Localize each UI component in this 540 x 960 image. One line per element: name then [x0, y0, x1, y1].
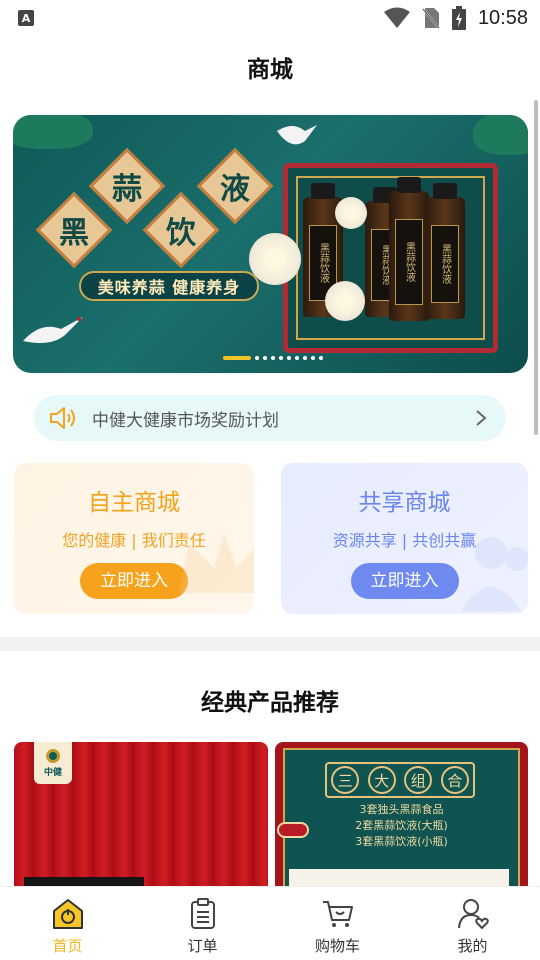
nav-item-cart[interactable]: 购物车	[270, 887, 405, 960]
carousel-dot-active[interactable]	[223, 356, 251, 360]
carousel-indicator	[223, 356, 323, 360]
banner-character-tile: 液	[196, 147, 274, 225]
scrollbar[interactable]	[534, 100, 538, 435]
battery-charging-icon	[451, 6, 466, 30]
nav-label-profile: 我的	[457, 937, 488, 955]
shared-store-title: 共享商城	[358, 490, 451, 516]
crane-bird-decoration	[277, 125, 317, 145]
banner-character-tile: 蒜	[88, 147, 166, 225]
carousel-dot[interactable]	[271, 356, 275, 360]
product-card[interactable]: 三 大 组 合 3套独头黑蒜食品 2套黑蒜饮液(大瓶) 3套黑蒜饮液(小瓶)	[275, 742, 528, 887]
wifi-icon	[383, 7, 410, 28]
self-store-card[interactable]: 自主商城 您的健康 | 我们责任 立即进入	[14, 463, 254, 614]
combo-description: 3套独头黑蒜食品 2套黑蒜饮液(大瓶) 3套黑蒜饮液(小瓶)	[275, 802, 528, 850]
nav-label-cart: 购物车	[314, 937, 360, 955]
status-bar: A 10:58	[0, 0, 540, 36]
banner-slogan: 美味养蒜 健康养身	[79, 271, 259, 301]
flower-decoration	[325, 281, 365, 321]
self-store-title: 自主商城	[88, 490, 180, 516]
flower-decoration	[249, 233, 301, 285]
clock: 10:58	[477, 6, 528, 29]
nav-item-home[interactable]: 首页	[0, 887, 135, 960]
chevron-right-icon	[476, 410, 487, 426]
order-clipboard-icon	[190, 898, 215, 929]
banner-character: 饮	[166, 216, 196, 251]
section-title: 经典产品推荐	[201, 690, 339, 716]
announcement-bar[interactable]: 中健大健康市场奖励计划	[34, 395, 506, 441]
carousel-dot[interactable]	[287, 356, 291, 360]
banner-character: 液	[220, 172, 250, 207]
page-title: 商城	[247, 57, 293, 83]
gift-box-image	[289, 869, 509, 887]
combo-line: 3套独头黑蒜食品	[359, 803, 444, 816]
bottle-image: 黑蒜饮液	[425, 183, 465, 319]
combo-line: 3套黑蒜饮液(小瓶)	[355, 835, 448, 848]
notification-a-icon: A	[18, 10, 34, 26]
pine-tree-decoration	[473, 115, 528, 155]
shared-store-enter-button[interactable]: 立即进入	[350, 563, 459, 599]
self-store-enter-button[interactable]: 立即进入	[80, 563, 188, 599]
banner-character-tile: 黑	[35, 191, 113, 269]
carousel-dot[interactable]	[311, 356, 315, 360]
pine-tree-decoration	[13, 115, 93, 149]
section-divider	[0, 637, 540, 651]
nav-label-orders: 订单	[187, 937, 218, 955]
carousel-dot[interactable]	[319, 356, 323, 360]
speaker-icon	[50, 407, 75, 429]
nav-item-profile[interactable]: 我的	[405, 887, 540, 960]
carousel-dot[interactable]	[303, 356, 307, 360]
nav-item-orders[interactable]: 订单	[135, 887, 270, 960]
promo-banner[interactable]: 黑 蒜 饮 液 美味养蒜 健康养身 黑蒜饮液 黑蒜饮液 黑蒜饮液 黑蒜饮液	[13, 115, 528, 373]
combo-line: 2套黑蒜饮液(大瓶)	[355, 819, 448, 832]
flower-decoration	[335, 197, 367, 229]
home-icon	[52, 899, 83, 929]
carousel-dot[interactable]	[295, 356, 299, 360]
crane-bird-decoration	[23, 317, 83, 343]
bottom-nav: 首页 订单 购物车 我的	[0, 886, 540, 960]
profile-icon	[457, 899, 489, 930]
banner-character: 蒜	[112, 172, 142, 207]
product-card[interactable]: 中健	[14, 742, 268, 887]
scroll-character: 三	[331, 766, 360, 794]
banner-character-tile: 饮	[142, 191, 220, 269]
bottle-image: 黑蒜饮液	[389, 177, 429, 321]
cloud-decoration	[277, 822, 309, 838]
shopping-cart-icon	[322, 901, 353, 927]
shared-store-card[interactable]: 共享商城 资源共享 | 共创共赢 立即进入	[281, 463, 528, 614]
carousel-dot[interactable]	[279, 356, 283, 360]
no-sim-icon	[422, 8, 440, 29]
users-watermark-icon	[451, 523, 528, 614]
carousel-dot[interactable]	[263, 356, 267, 360]
brand-logo: 中健	[34, 742, 72, 784]
announcement-text: 中健大健康市场奖励计划	[92, 410, 279, 431]
combo-scroll-banner: 三 大 组 合	[325, 762, 475, 798]
carousel-dot[interactable]	[255, 356, 259, 360]
nav-label-home: 首页	[52, 937, 83, 955]
banner-character: 黑	[59, 216, 89, 251]
scroll-character: 合	[440, 766, 469, 794]
scroll-character: 组	[404, 766, 433, 794]
crown-watermark-icon	[174, 523, 254, 607]
scroll-character: 大	[367, 766, 396, 794]
